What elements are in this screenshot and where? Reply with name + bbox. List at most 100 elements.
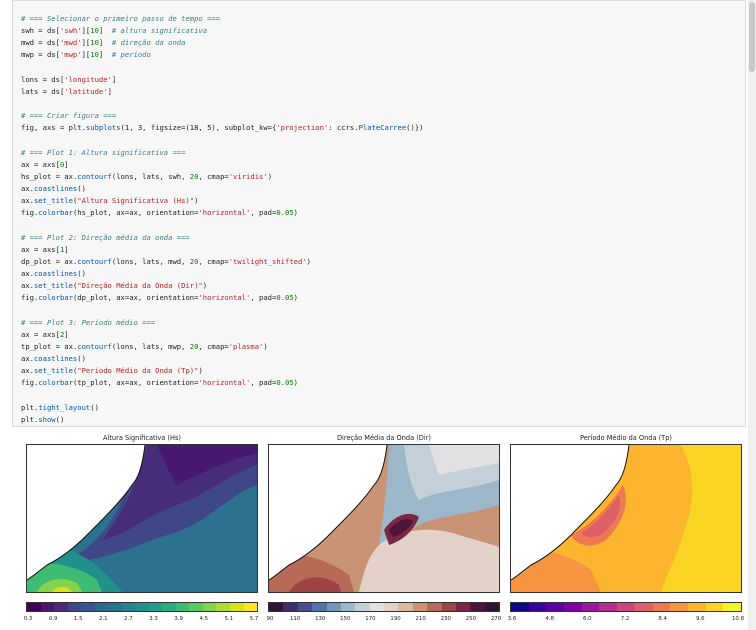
- code-token: # === Plot 3: Período médio ===: [21, 317, 156, 327]
- colorbar-segment: [384, 603, 399, 611]
- scrollbar-thumb[interactable]: [749, 2, 755, 72]
- colorbar-tick-label: 2.1: [99, 616, 108, 622]
- code-token: 'horizontal': [198, 293, 251, 303]
- code-token: coastlines: [33, 353, 78, 363]
- code-token: coastlines: [33, 183, 78, 193]
- colorbar-tick-label: 150: [340, 616, 351, 622]
- colorbar-tick-label: 9.6: [696, 616, 705, 622]
- code-editor[interactable]: # === Selecionar o primeiro passo de tem…: [21, 13, 423, 426]
- colorbar-segment: [369, 603, 384, 611]
- contour-map-dir: [269, 445, 499, 592]
- code-token: ][: [81, 26, 91, 36]
- code-token: ): [194, 196, 199, 206]
- colorbar-tick-label: 190: [390, 616, 401, 622]
- code-cell[interactable]: # === Selecionar o primeiro passo de tem…: [12, 0, 746, 427]
- code-token: mwp = ds[: [21, 50, 60, 60]
- code-line: swh = ds['swh'][10] # altura significati…: [21, 25, 423, 37]
- code-token: # === Plot 2: Direção média da onda ===: [21, 232, 190, 242]
- code-line: hs_plot = ax.contourf(lons, lats, swh, 2…: [21, 171, 423, 183]
- code-token: (): [77, 183, 86, 193]
- code-token: ]: [111, 74, 117, 84]
- code-token: # === Plot 1: Altura significativa ===: [21, 147, 186, 157]
- code-line: ax.set_title("Período Médio da Onda (Tp)…: [21, 365, 423, 377]
- colorbar-segment: [599, 603, 618, 611]
- code-token: 0.05: [276, 293, 294, 303]
- colorbar-tick-label: 3.6: [507, 616, 517, 622]
- code-token: ]: [64, 244, 69, 254]
- code-token: ): [267, 171, 273, 181]
- code-token: ax.: [21, 281, 34, 291]
- colorbar-segment: [269, 603, 284, 611]
- colorbar-tick-label: 3.3: [149, 616, 158, 622]
- colorbar-segment: [412, 603, 428, 611]
- code-token: ax = axs[: [21, 244, 60, 254]
- code-token: lats = ds[: [21, 86, 65, 96]
- colorbar-segment: [634, 603, 653, 611]
- colorbar-tick-label: 4.8: [545, 616, 554, 622]
- code-token: contourf: [77, 171, 112, 181]
- code-token: ax.: [21, 366, 34, 376]
- code-line: ax.coastlines(): [21, 268, 423, 280]
- code-line: ax.coastlines(): [21, 353, 423, 365]
- code-line: ax.set_title("Altura Significativa (Hs)"…: [21, 195, 423, 207]
- code-token: 'projection': [276, 123, 329, 133]
- code-token: ]: [64, 329, 69, 339]
- code-token: ): [293, 378, 298, 388]
- code-line: lons = ds['longitude']: [21, 74, 423, 86]
- colorbar-segment: [94, 603, 109, 611]
- code-token: colorbar: [38, 293, 73, 303]
- code-line: # === Plot 1: Altura significativa ===: [21, 147, 423, 159]
- colorbar-hs: [26, 602, 258, 612]
- code-token: "Altura Significativa (Hs)": [77, 196, 195, 206]
- colorbar-segment: [670, 603, 688, 611]
- code-token: # direção da onda: [111, 38, 186, 48]
- code-token: ]: [98, 26, 112, 36]
- colorbar-segment: [564, 603, 582, 611]
- code-line: ax = axs[1]: [21, 244, 423, 256]
- colorbar-tick-label: 170: [365, 616, 376, 622]
- code-token: (): [90, 402, 99, 412]
- colorbar-segment: [687, 603, 706, 611]
- code-token: 'swh': [59, 26, 82, 36]
- code-token: (): [55, 414, 65, 424]
- colorbar-tp: [510, 602, 742, 612]
- colorbar-tick-label: 110: [289, 616, 301, 622]
- colorbar-tick-label: 0.3: [23, 616, 33, 622]
- colorbar-segment: [108, 603, 122, 611]
- map-tp: [510, 444, 742, 593]
- code-token: (dp_plot, ax=ax, orientation=: [72, 293, 199, 303]
- code-token: ): [306, 256, 311, 266]
- code-token: 10: [90, 38, 99, 48]
- code-token: ]: [107, 86, 112, 96]
- colorbar-segment: [340, 603, 356, 611]
- code-token: 10: [90, 26, 99, 36]
- code-token: ax.: [21, 196, 34, 206]
- colorbar-dir: [268, 602, 500, 612]
- code-token: , cmap=: [198, 341, 229, 351]
- colorbar-segment: [723, 603, 741, 611]
- code-token: 'twilight_shifted': [228, 256, 307, 266]
- code-token: fig, axs = plt.: [21, 123, 86, 133]
- cell-output: Altura Significativa (Hs) 0.3 0.9 1.5 2.1 2.…: [12, 430, 746, 630]
- code-token: ax.: [21, 183, 34, 193]
- colorbar-segment: [54, 603, 68, 611]
- code-line: fig.colorbar(dp_plot, ax=ax, orientation…: [21, 292, 423, 304]
- code-token: 'horizontal': [198, 208, 251, 218]
- code-token: contourf: [77, 256, 112, 266]
- code-line: # === Plot 2: Direção média da onda ===: [21, 232, 423, 244]
- colorbar-ticks-hs: 0.3 0.9 1.5 2.1 2.7 3.3 3.9 4.5 5.1 5.7: [23, 616, 259, 626]
- scrollbar[interactable]: [748, 0, 756, 630]
- code-token: set_title: [33, 281, 73, 291]
- panel-title-dir: Direção Média da Onda (Dir): [336, 434, 431, 442]
- colorbar-tick-label: 270: [490, 616, 502, 622]
- colorbar-segment: [189, 603, 203, 611]
- code-token: fig.: [21, 378, 39, 388]
- code-line: # === Selecionar o primeiro passo de tem…: [21, 13, 423, 25]
- code-token: set_title: [33, 196, 73, 206]
- code-token: colorbar: [38, 208, 73, 218]
- code-token: PlateCarree: [358, 123, 407, 133]
- code-line: # === Plot 3: Período médio ===: [21, 317, 423, 329]
- colorbar-tick-label: 90: [266, 616, 274, 622]
